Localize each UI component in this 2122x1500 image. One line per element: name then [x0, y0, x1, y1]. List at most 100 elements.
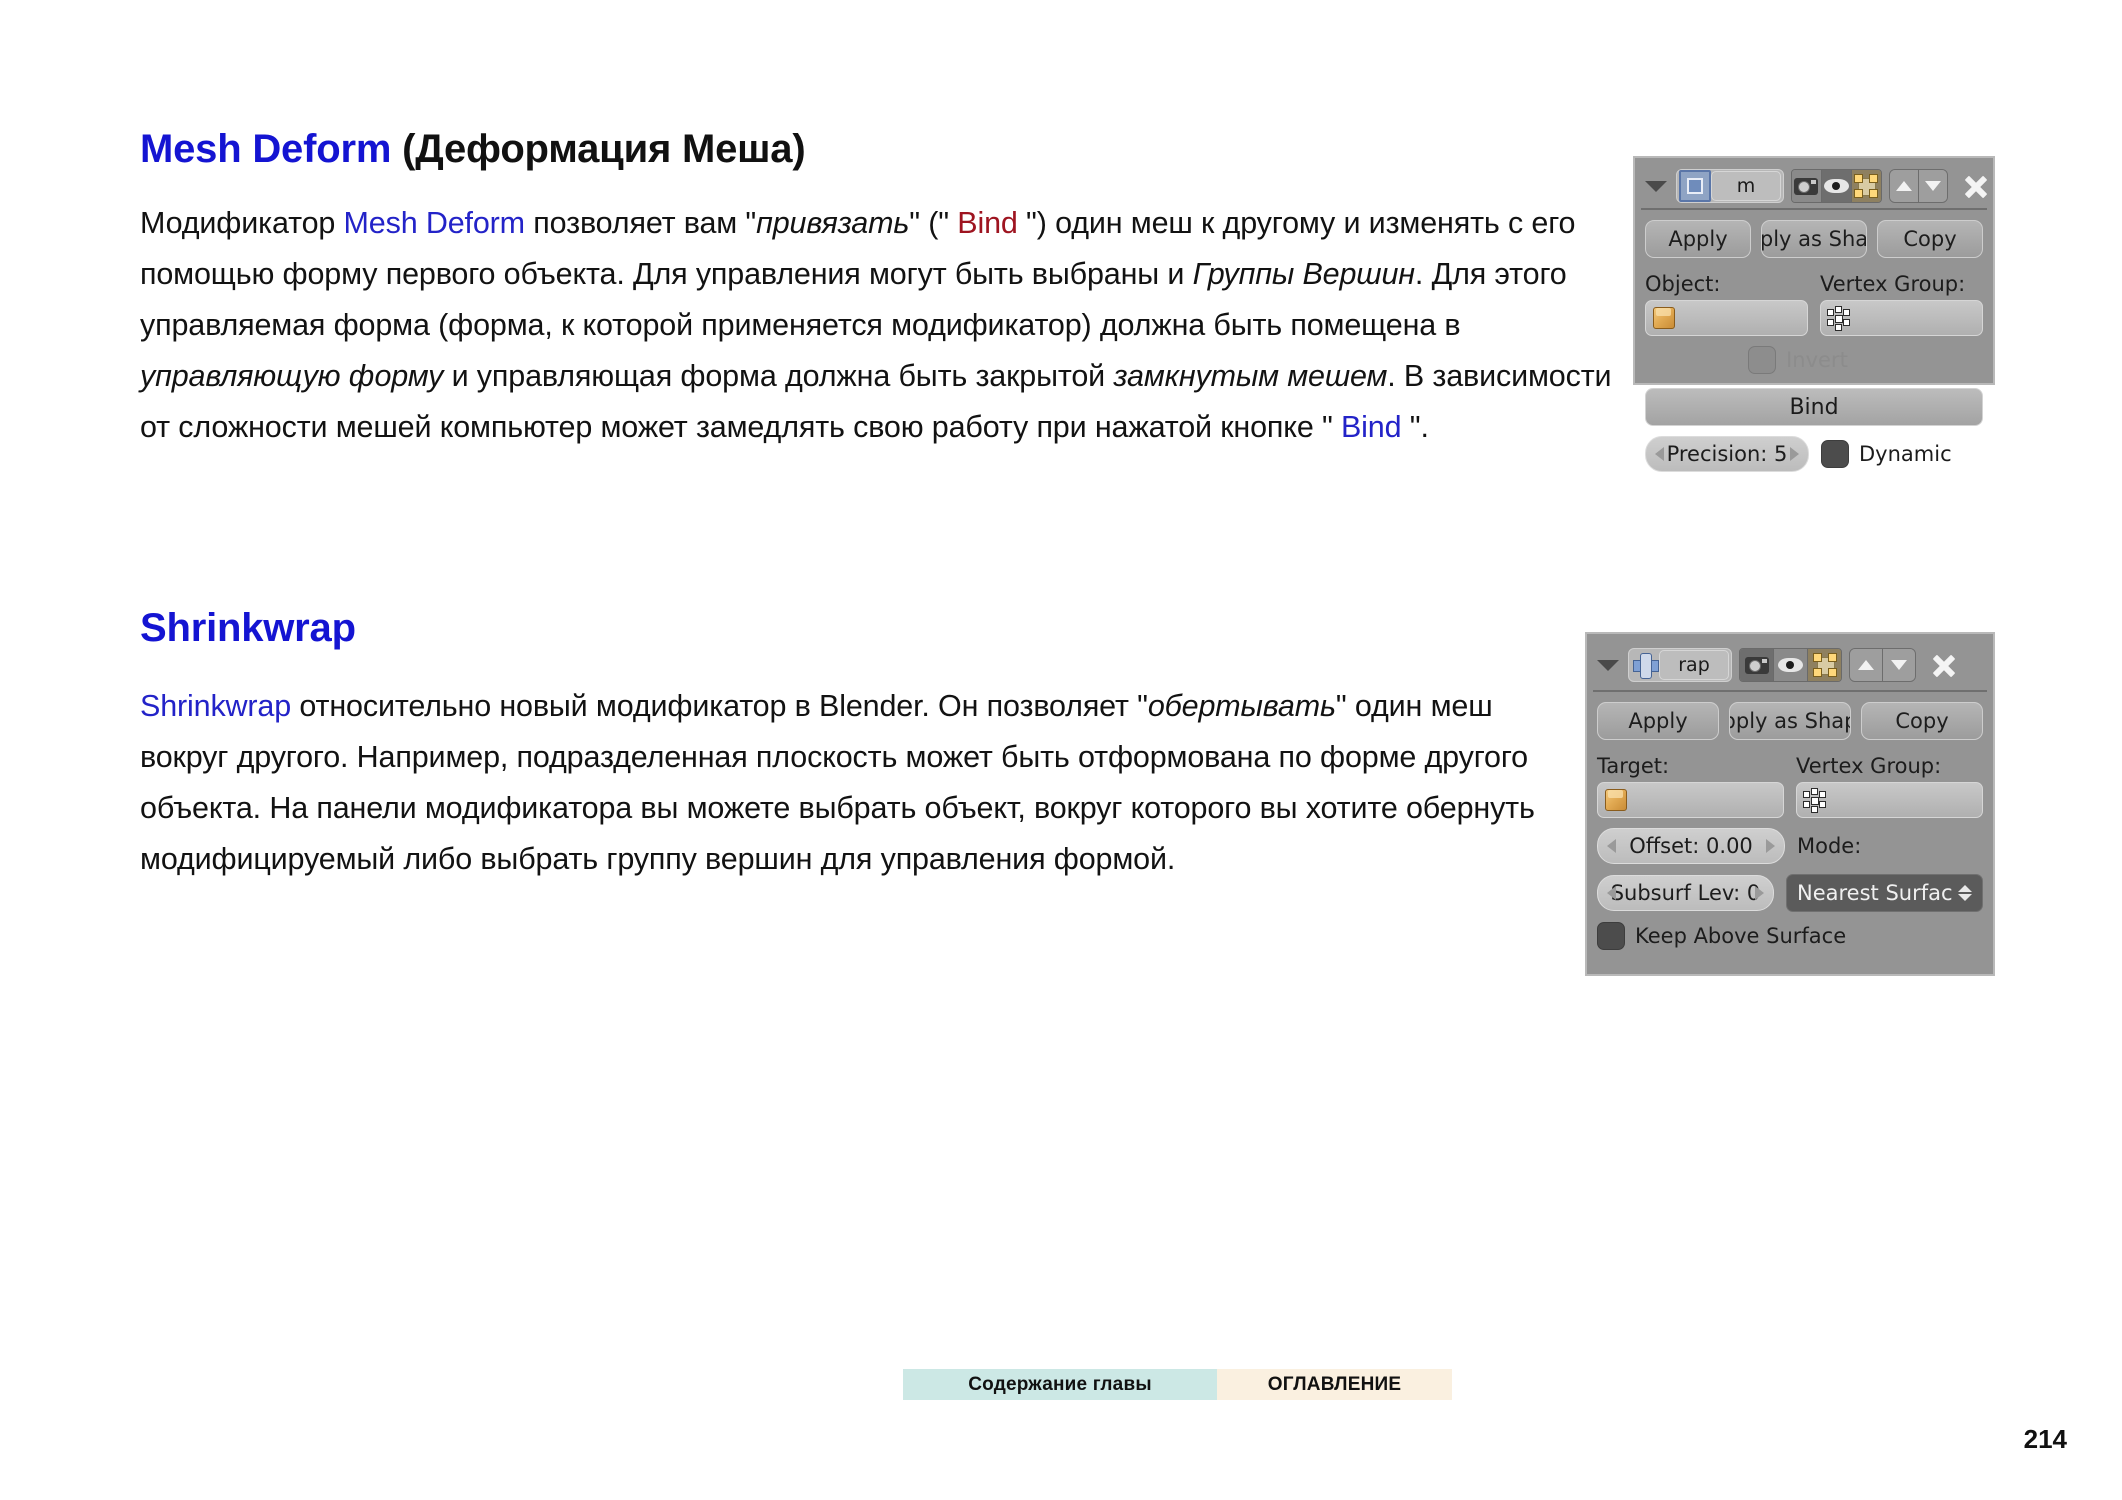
move-up-button[interactable] [1889, 170, 1919, 202]
reorder-arrows[interactable] [1888, 169, 1948, 203]
apply-as-shape-button[interactable]: pply as Shap [1729, 702, 1851, 740]
keep-above-surface-checkbox[interactable] [1597, 922, 1625, 950]
vertex-group-field[interactable] [1820, 300, 1983, 336]
table-of-contents-button[interactable]: ОГЛАВЛЕНИЕ [1217, 1369, 1452, 1400]
target-label: Target: [1597, 754, 1670, 778]
edit-mode-icon [1854, 174, 1879, 198]
dynamic-toggle-wrap: Dynamic [1821, 440, 1983, 468]
move-down-button[interactable] [1883, 649, 1915, 681]
vertex-group-label: Vertex Group: [1820, 272, 1966, 296]
copy-button[interactable]: Copy [1861, 702, 1983, 740]
panel-body-mesh-deform: Apply ply as Sha Copy Object: Vertex Gro… [1641, 210, 1987, 472]
document-page: Mesh Deform (Деформация Меша) Модификато… [0, 0, 2122, 1500]
apply-button[interactable]: Apply [1645, 220, 1751, 258]
realtime-toggle[interactable] [1774, 649, 1808, 681]
copy-button[interactable]: Copy [1877, 220, 1983, 258]
display-toggle-group[interactable] [1739, 648, 1842, 682]
mesh-deform-icon [1679, 170, 1711, 202]
dynamic-checkbox[interactable] [1821, 440, 1849, 468]
apply-as-shape-button[interactable]: ply as Sha [1761, 220, 1867, 258]
modifier-name-group[interactable]: rap [1628, 648, 1732, 682]
arrow-up-icon [1895, 181, 1912, 191]
page-number: 214 [2023, 1424, 2067, 1454]
text-run: позволяет вам " [524, 206, 757, 240]
edit-mode-icon [1812, 653, 1837, 677]
close-icon[interactable] [1961, 171, 1987, 201]
text-run: ". [1401, 410, 1429, 444]
page-title-mesh-deform: Mesh Deform (Деформация Меша) [140, 126, 1620, 172]
arrow-up-icon [1858, 660, 1874, 670]
blender-panel-mesh-deform[interactable]: m Apply ply as Sha Copy Object: Vertex G… [1633, 156, 1995, 472]
vertex-group-icon [1827, 306, 1853, 331]
eye-icon [1823, 179, 1849, 193]
emphasis-vertex-groups: Группы Вершин [1192, 257, 1415, 291]
heading-en-shrinkwrap: Shrinkwrap [140, 606, 356, 650]
bind-button[interactable]: Bind [1645, 388, 1983, 426]
stepper-right-arrow-icon[interactable] [1755, 886, 1764, 900]
subsurf-level-stepper[interactable]: Subsurf Lev: 0 [1597, 875, 1774, 911]
stepper-left-arrow-icon[interactable] [1607, 839, 1616, 853]
heading-ru-mesh-deform: (Деформация Меша) [391, 127, 806, 171]
precision-value: Precision: 5 [1666, 442, 1788, 466]
panel-body-shrinkwrap: Apply pply as Shap Copy Target: Vertex G… [1593, 692, 1987, 950]
subsurf-level-value: Subsurf Lev: 0 [1610, 881, 1761, 905]
offset-stepper[interactable]: Offset: 0.00 [1597, 828, 1785, 864]
stepper-left-arrow-icon[interactable] [1607, 886, 1616, 900]
stepper-right-arrow-icon[interactable] [1790, 447, 1799, 461]
camera-icon [1794, 177, 1819, 195]
action-button-row: Apply pply as Shap Copy [1597, 702, 1983, 740]
emphasis-obertyvat: обертывать [1147, 689, 1336, 723]
editmode-toggle[interactable] [1808, 649, 1841, 681]
render-toggle[interactable] [1792, 170, 1822, 202]
dynamic-label: Dynamic [1859, 442, 1952, 466]
stepper-right-arrow-icon[interactable] [1766, 839, 1775, 853]
object-field[interactable] [1645, 300, 1808, 336]
modifier-name-input[interactable]: rap [1659, 650, 1729, 680]
invert-checkbox[interactable] [1748, 346, 1777, 374]
text-run: Модификатор [140, 206, 344, 240]
triangle-down-icon[interactable] [1645, 180, 1667, 192]
triangle-down-icon[interactable] [1597, 659, 1619, 671]
object-label: Object: [1645, 272, 1721, 296]
inline-link-mesh-deform[interactable]: Mesh Deform [344, 206, 526, 240]
vertex-group-field[interactable] [1796, 782, 1983, 818]
heading-en-mesh-deform: Mesh Deform [140, 127, 392, 171]
section-mesh-deform: Mesh Deform (Деформация Меша) Модификато… [140, 126, 1620, 453]
editmode-toggle[interactable] [1851, 170, 1881, 202]
text-run: относительно новый модификатор в Blender… [291, 689, 1148, 723]
vertex-group-label: Vertex Group: [1796, 754, 1942, 778]
chevron-updown-icon [1958, 885, 1972, 901]
apply-button[interactable]: Apply [1597, 702, 1719, 740]
move-up-button[interactable] [1850, 649, 1883, 681]
blender-panel-shrinkwrap[interactable]: rap Apply pply as Shap Copy Target: Vert… [1585, 632, 1995, 976]
paragraph-mesh-deform: Модификатор Mesh Deform позволяет вам "п… [140, 198, 1620, 453]
display-toggle-group[interactable] [1791, 169, 1882, 203]
inline-link-shrinkwrap[interactable]: Shrinkwrap [140, 689, 291, 723]
field-label-row: Target: Vertex Group: [1597, 754, 1983, 778]
keep-above-surface-label: Keep Above Surface [1635, 924, 1847, 948]
mode-dropdown[interactable]: Nearest Surfac [1786, 874, 1983, 912]
realtime-toggle[interactable] [1821, 170, 1852, 202]
emphasis-control-shape: управляющую форму [140, 359, 444, 393]
field-input-row [1645, 300, 1983, 336]
reorder-arrows[interactable] [1849, 648, 1916, 682]
stepper-left-arrow-icon[interactable] [1655, 447, 1664, 461]
render-toggle[interactable] [1740, 649, 1774, 681]
modifier-name-input[interactable]: m [1711, 171, 1781, 201]
inline-term-bind-red: Bind [957, 206, 1018, 240]
modifier-name-group[interactable]: m [1676, 169, 1784, 203]
panel-inner: rap Apply pply as Shap Copy Target: Vert… [1593, 640, 1987, 968]
invert-row: Invert [1645, 346, 1983, 374]
action-button-row: Apply ply as Sha Copy [1645, 220, 1983, 258]
target-field[interactable] [1597, 782, 1784, 818]
chapter-contents-button[interactable]: Содержание главы [903, 1369, 1217, 1400]
move-down-button[interactable] [1918, 170, 1947, 202]
close-icon[interactable] [1929, 650, 1959, 680]
mode-label: Mode: [1797, 834, 1862, 858]
mode-value: Nearest Surfac [1797, 881, 1953, 905]
inline-term-bind-blue: Bind [1340, 410, 1402, 444]
panel-inner: m Apply ply as Sha Copy Object: Vertex G… [1641, 164, 1987, 472]
camera-icon [1744, 656, 1769, 674]
section-shrinkwrap: Shrinkwrap Shrinkwrap относительно новый… [140, 605, 1560, 885]
precision-stepper[interactable]: Precision: 5 [1645, 436, 1809, 472]
